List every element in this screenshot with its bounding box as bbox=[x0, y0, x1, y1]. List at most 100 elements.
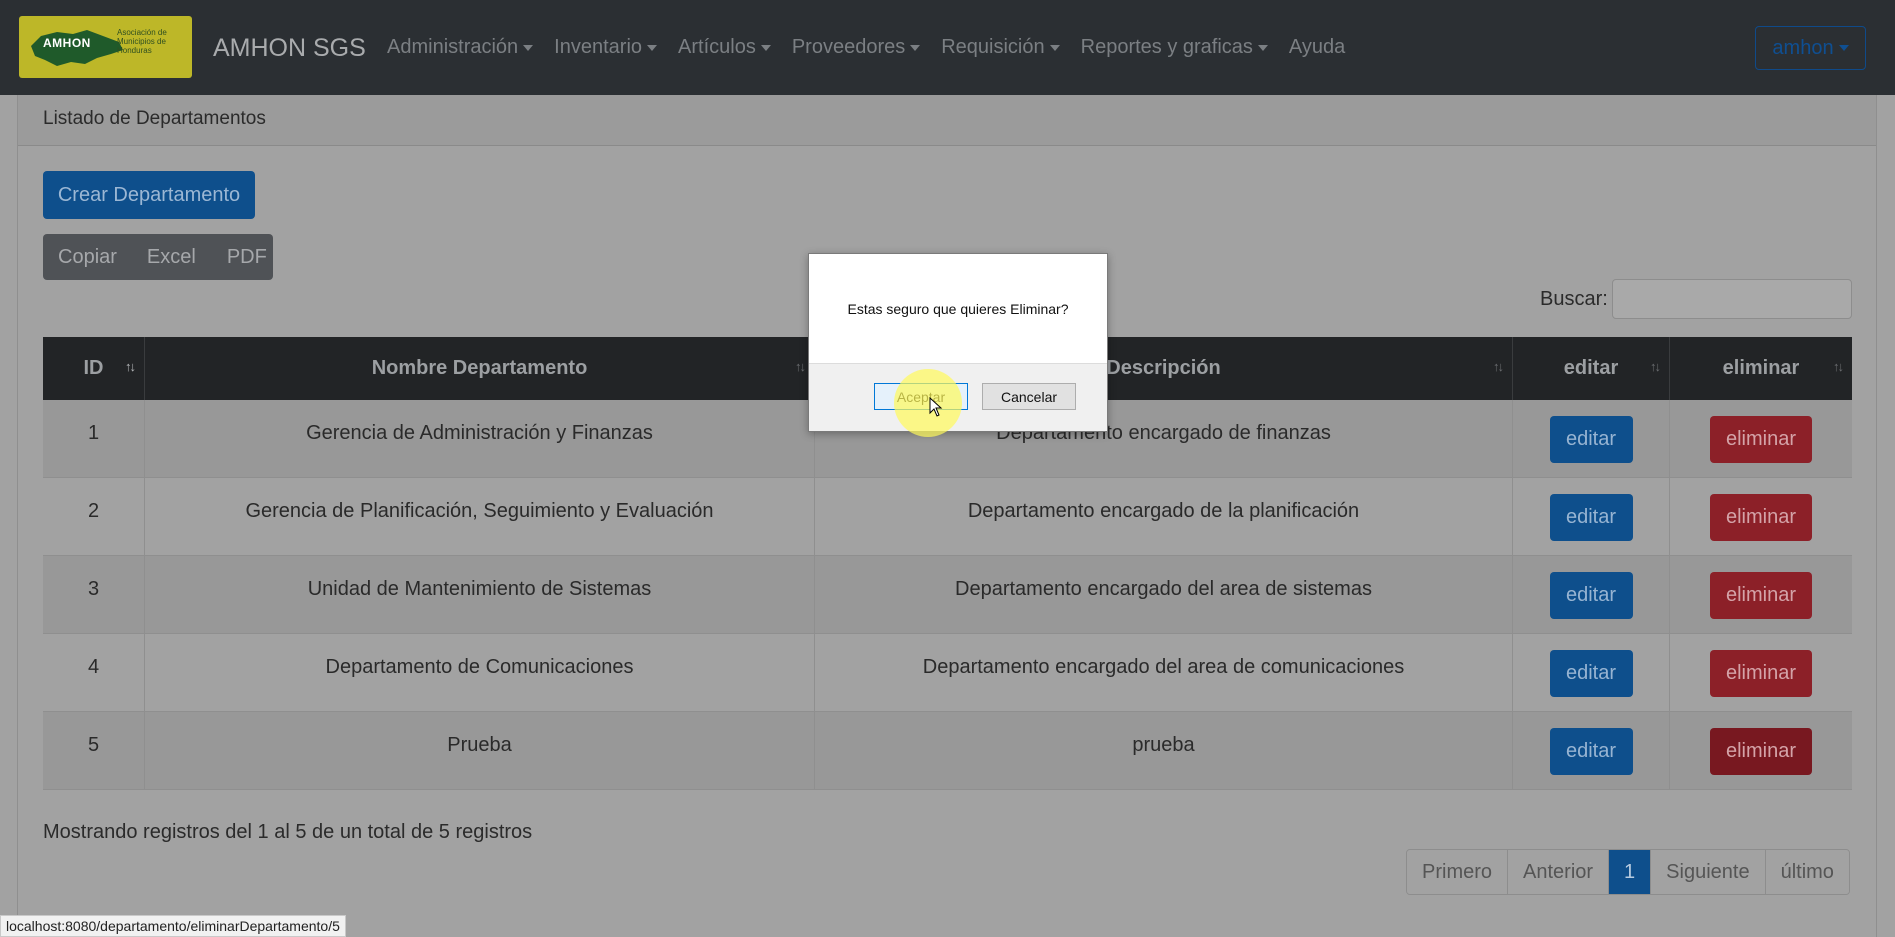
table-row: 3 Unidad de Mantenimiento de Sistemas De… bbox=[43, 556, 1852, 634]
nav-proveedores[interactable]: Proveedores bbox=[791, 36, 921, 59]
dialog-message: Estas seguro que quieres Eliminar? bbox=[809, 254, 1107, 364]
page-next[interactable]: Siguiente bbox=[1651, 850, 1766, 894]
cell-name: Unidad de Mantenimiento de Sistemas bbox=[145, 556, 815, 634]
search-input[interactable] bbox=[1612, 279, 1852, 319]
cell-delete: eliminar bbox=[1670, 556, 1852, 634]
sort-icon: ↑↓ bbox=[1650, 359, 1661, 374]
sort-icon: ↑↓ bbox=[1493, 359, 1504, 374]
cell-name: Gerencia de Administración y Finanzas bbox=[145, 400, 815, 478]
cell-description: Departamento encargado del area de comun… bbox=[815, 634, 1513, 712]
caret-down-icon bbox=[523, 44, 534, 51]
header-label: editar bbox=[1563, 357, 1619, 379]
amhon-logo[interactable]: AMHON Asociación de Municipios de Hondur… bbox=[19, 16, 192, 78]
caret-down-icon bbox=[1838, 45, 1849, 51]
nav-articulos[interactable]: Artículos bbox=[678, 36, 771, 59]
status-url-bar: localhost:8080/departamento/eliminarDepa… bbox=[0, 915, 346, 937]
export-button-group: Copiar Excel PDF bbox=[43, 234, 273, 280]
nav-label: Reportes y graficas bbox=[1080, 36, 1253, 58]
sort-icon: ↑↓ bbox=[125, 359, 136, 374]
page-previous[interactable]: Anterior bbox=[1508, 850, 1610, 894]
cell-description: Departamento encargado de la planificaci… bbox=[815, 478, 1513, 556]
sort-icon: ↑↓ bbox=[795, 359, 806, 374]
edit-button[interactable]: editar bbox=[1549, 493, 1633, 541]
cancel-button[interactable]: Cancelar bbox=[982, 383, 1076, 410]
cell-edit: editar bbox=[1513, 478, 1670, 556]
cell-edit: editar bbox=[1513, 634, 1670, 712]
header-label: eliminar bbox=[1722, 357, 1800, 379]
user-name: amhon bbox=[1772, 36, 1834, 59]
cell-delete: eliminar bbox=[1670, 634, 1852, 712]
caret-down-icon bbox=[647, 44, 658, 51]
mouse-pointer-icon bbox=[929, 397, 943, 417]
header-label: Nombre Departamento bbox=[371, 357, 588, 379]
nav-label: Requisición bbox=[941, 36, 1045, 58]
header-name[interactable]: Nombre Departamento ↑↓ bbox=[145, 337, 815, 400]
cell-name: Departamento de Comunicaciones bbox=[145, 634, 815, 712]
copy-button[interactable]: Copiar bbox=[58, 246, 117, 269]
nav-label: Inventario bbox=[554, 36, 643, 58]
records-info: Mostrando registros del 1 al 5 de un tot… bbox=[43, 821, 533, 843]
nav-requisicion[interactable]: Requisición bbox=[941, 36, 1060, 59]
edit-button[interactable]: editar bbox=[1549, 571, 1633, 619]
nav-reportes[interactable]: Reportes y graficas bbox=[1081, 36, 1268, 59]
cursor-highlight bbox=[894, 369, 962, 437]
edit-button[interactable]: editar bbox=[1549, 649, 1633, 697]
top-navbar: AMHON Asociación de Municipios de Hondur… bbox=[0, 0, 1895, 95]
logo-text: AMHON bbox=[43, 36, 91, 50]
cell-description: prueba bbox=[815, 712, 1513, 790]
nav-inventario[interactable]: Inventario bbox=[554, 36, 658, 59]
edit-button[interactable]: editar bbox=[1549, 415, 1633, 463]
delete-button[interactable]: eliminar bbox=[1710, 571, 1812, 619]
cell-description: Departamento encargado del area de siste… bbox=[815, 556, 1513, 634]
cell-id: 3 bbox=[43, 556, 145, 634]
card-header: Listado de Departamentos bbox=[18, 95, 1876, 146]
search-label: Buscar: bbox=[1540, 288, 1608, 310]
cell-id: 2 bbox=[43, 478, 145, 556]
cell-id: 1 bbox=[43, 400, 145, 478]
cell-delete: eliminar bbox=[1670, 712, 1852, 790]
excel-button[interactable]: Excel bbox=[147, 246, 196, 269]
nav-label: Proveedores bbox=[791, 36, 906, 58]
header-delete[interactable]: eliminar ↑↓ bbox=[1670, 337, 1852, 400]
create-department-button[interactable]: Crear Departamento bbox=[43, 171, 255, 219]
delete-button[interactable]: eliminar bbox=[1710, 415, 1812, 463]
cell-edit: editar bbox=[1513, 400, 1670, 478]
header-edit[interactable]: editar ↑↓ bbox=[1513, 337, 1670, 400]
delete-button[interactable]: eliminar bbox=[1710, 649, 1812, 697]
cell-id: 4 bbox=[43, 634, 145, 712]
cell-edit: editar bbox=[1513, 712, 1670, 790]
logo-subtitle: Asociación de Municipios de Honduras bbox=[117, 28, 167, 55]
nav-administracion[interactable]: Administración bbox=[387, 36, 534, 59]
cell-delete: eliminar bbox=[1670, 400, 1852, 478]
header-id[interactable]: ID ↑↓ bbox=[43, 337, 145, 400]
cell-name: Prueba bbox=[145, 712, 815, 790]
caret-down-icon bbox=[760, 44, 771, 51]
edit-button[interactable]: editar bbox=[1549, 727, 1633, 775]
nav-label: Administración bbox=[387, 36, 519, 58]
sort-icon: ↑↓ bbox=[1833, 359, 1844, 374]
page-last[interactable]: último bbox=[1765, 850, 1849, 894]
pagination: Primero Anterior 1 Siguiente último bbox=[1406, 849, 1850, 895]
cell-delete: eliminar bbox=[1670, 478, 1852, 556]
cell-edit: editar bbox=[1513, 556, 1670, 634]
cell-name: Gerencia de Planificación, Seguimiento y… bbox=[145, 478, 815, 556]
caret-down-icon bbox=[910, 44, 921, 51]
table-row: 2 Gerencia de Planificación, Seguimiento… bbox=[43, 478, 1852, 556]
table-row: 5 Prueba prueba editar eliminar bbox=[43, 712, 1852, 790]
header-label: Descripción bbox=[1106, 357, 1221, 379]
page-first[interactable]: Primero bbox=[1407, 850, 1509, 894]
card-title: Listado de Departamentos bbox=[43, 108, 266, 129]
nav-label: Artículos bbox=[678, 36, 756, 58]
pdf-button[interactable]: PDF bbox=[227, 246, 267, 269]
delete-button[interactable]: eliminar bbox=[1710, 493, 1812, 541]
delete-button[interactable]: eliminar bbox=[1710, 727, 1812, 775]
cell-id: 5 bbox=[43, 712, 145, 790]
nav-ayuda[interactable]: Ayuda bbox=[1289, 36, 1345, 59]
page-current[interactable]: 1 bbox=[1609, 850, 1652, 894]
caret-down-icon bbox=[1049, 44, 1060, 51]
table-row: 4 Departamento de Comunicaciones Departa… bbox=[43, 634, 1852, 712]
brand-title[interactable]: AMHON SGS bbox=[213, 34, 366, 63]
nav-label: Ayuda bbox=[1288, 36, 1346, 58]
user-menu-button[interactable]: amhon bbox=[1755, 26, 1866, 70]
caret-down-icon bbox=[1257, 44, 1268, 51]
